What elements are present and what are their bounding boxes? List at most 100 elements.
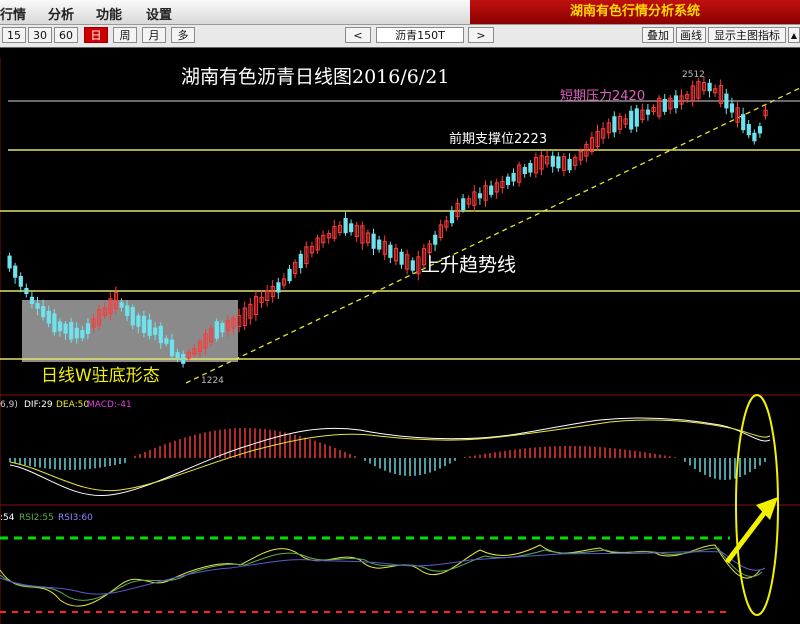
- candle-body: [69, 322, 74, 340]
- candle-body: [181, 353, 186, 364]
- rsi3-label: RSI3:60: [58, 513, 93, 523]
- candle-body: [612, 116, 617, 133]
- candle-body: [13, 265, 18, 278]
- candle-body: [57, 321, 63, 332]
- candle-body: [673, 95, 679, 109]
- candle-body: [377, 239, 382, 250]
- dea-line: [9, 419, 771, 492]
- pattern-note: 日线W驻底形态: [41, 366, 160, 386]
- candle-body: [147, 319, 152, 336]
- period-60-button[interactable]: 60: [54, 27, 78, 43]
- candle-body: [35, 303, 40, 309]
- candle-body: [343, 218, 348, 234]
- arrow-shaft: [725, 506, 770, 564]
- candle-body: [746, 124, 751, 136]
- candle-body: [511, 172, 516, 182]
- candle-body: [741, 114, 746, 131]
- candle-body: [724, 93, 729, 109]
- candle-body: [214, 321, 219, 339]
- candle-body: [46, 310, 51, 324]
- candle-body: [371, 233, 376, 249]
- candle-body: [489, 185, 494, 195]
- dif-label: DIF:29: [24, 400, 53, 410]
- candle-body: [220, 323, 225, 333]
- candle-body: [752, 132, 757, 142]
- next-symbol-button[interactable]: >: [468, 27, 494, 43]
- rsi1-label: :54: [0, 513, 15, 523]
- support-note: 前期支撑位2223: [449, 132, 548, 147]
- candle-body: [556, 156, 561, 169]
- rsi1-line: [0, 544, 761, 607]
- dif-line: [9, 417, 771, 497]
- candle-body: [175, 352, 180, 358]
- period-30-button[interactable]: 30: [28, 27, 52, 43]
- candle-body: [629, 110, 634, 130]
- candle-body: [125, 305, 130, 316]
- scroll-up-icon[interactable]: ▲: [788, 27, 800, 43]
- candle-body: [169, 339, 175, 357]
- macd-params-label: 6,9): [0, 400, 18, 410]
- trend-note: 上升趋势线: [421, 254, 517, 276]
- candle-body: [757, 126, 763, 134]
- candle-body: [29, 296, 35, 305]
- candle-body: [505, 176, 511, 186]
- candle-body: [349, 223, 354, 233]
- menu-analysis[interactable]: 分析: [48, 4, 74, 23]
- candle-body: [276, 282, 281, 293]
- candle-body: [399, 251, 404, 265]
- period-month-button[interactable]: 月: [142, 27, 166, 43]
- candle-body: [41, 305, 46, 318]
- candle-body: [7, 255, 12, 269]
- candle-body: [153, 327, 158, 335]
- candle-body: [550, 155, 555, 167]
- toolbar: 15 30 60 日 周 月 多 < 沥青150T > 叠加 画线 显示主图指标…: [0, 25, 800, 48]
- candle-body: [522, 166, 527, 174]
- dea-label: DEA:50: [56, 400, 90, 410]
- candle-body: [461, 198, 466, 211]
- menu-settings[interactable]: 设置: [146, 4, 172, 23]
- candle-body: [433, 234, 438, 245]
- candle-body: [410, 260, 415, 271]
- period-day-button[interactable]: 日: [84, 27, 108, 43]
- menu-quotes[interactable]: 行情: [0, 4, 26, 23]
- candle-body: [707, 82, 712, 92]
- low-price-label: 1224: [201, 376, 224, 386]
- candle-body: [645, 109, 651, 115]
- candle-body: [130, 307, 135, 326]
- candle-body: [528, 162, 533, 173]
- period-multi-button[interactable]: 多: [171, 27, 195, 43]
- candle-body: [18, 275, 23, 287]
- candle-body: [80, 330, 85, 339]
- candle-body: [298, 253, 303, 269]
- prev-symbol-button[interactable]: <: [345, 27, 371, 43]
- candle-body: [141, 315, 147, 334]
- candle-body: [662, 98, 667, 112]
- candle-body: [63, 323, 68, 334]
- period-week-button[interactable]: 周: [113, 27, 137, 43]
- candle-body: [477, 193, 483, 199]
- candle-body: [729, 103, 735, 113]
- menu-functions[interactable]: 功能: [96, 4, 122, 23]
- candle-body: [164, 338, 169, 344]
- symbol-field[interactable]: 沥青150T: [376, 27, 464, 43]
- rsi2-label: RSI2:55: [19, 513, 54, 523]
- menu-bar: 行情 分析 功能 设置 湖南有色行情分析系统: [0, 0, 800, 25]
- period-15-button[interactable]: 15: [2, 27, 26, 43]
- show-main-indicator-button[interactable]: 显示主图指标: [708, 27, 786, 43]
- macd-label: MACD:-41: [87, 400, 132, 410]
- chart-canvas[interactable]: [0, 48, 800, 624]
- app-title: 湖南有色行情分析系统: [470, 0, 800, 24]
- overlay-button[interactable]: 叠加: [642, 27, 674, 43]
- candle-body: [74, 327, 79, 339]
- candle-body: [567, 158, 572, 171]
- chart-title: 湖南有色沥青日线图2016/6/21: [181, 66, 450, 88]
- draw-line-button[interactable]: 画线: [676, 27, 706, 43]
- candle-body: [158, 325, 163, 344]
- candle-body: [119, 302, 124, 308]
- candle-body: [136, 315, 141, 327]
- candle-body: [388, 244, 393, 258]
- candle-body: [24, 287, 29, 295]
- candle-body: [287, 268, 292, 282]
- candle-body: [52, 313, 57, 333]
- candle-body: [449, 210, 455, 224]
